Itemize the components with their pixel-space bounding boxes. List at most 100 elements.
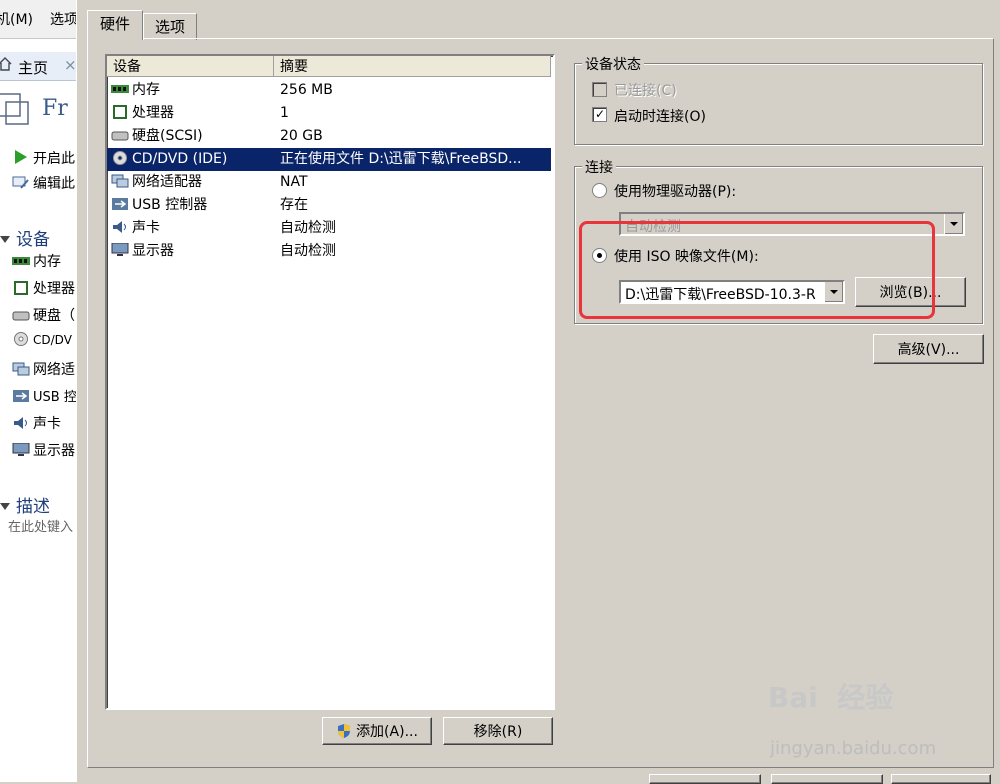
cancel-button[interactable] xyxy=(771,774,883,784)
sidebar-device-label: 网络适 xyxy=(33,362,75,378)
close-icon[interactable]: × xyxy=(64,56,76,74)
sidebar-device-label: 声卡 xyxy=(33,416,61,432)
tab-options[interactable]: 选项 xyxy=(143,13,197,40)
sidebar-device-harddisk[interactable]: 硬盘（ xyxy=(12,305,75,325)
description-section-header[interactable]: 描述 xyxy=(0,492,50,517)
connection-title: 连接 xyxy=(582,157,616,177)
advanced-button[interactable]: 高级(V)... xyxy=(873,334,984,364)
menu-bar: 机(M) 选项 xyxy=(0,0,76,39)
sidebar-device-label: 硬盘（ xyxy=(33,308,75,324)
add-button-label: 添加(A)... xyxy=(356,724,418,740)
sound-icon xyxy=(12,416,30,430)
add-button[interactable]: 添加(A)... xyxy=(322,717,432,745)
device-name: CD/DVD (IDE) xyxy=(132,151,228,167)
device-name: 硬盘(SCSI) xyxy=(132,128,203,144)
processor-icon xyxy=(12,281,30,295)
remove-button[interactable]: 移除(R) xyxy=(443,717,553,745)
column-header-summary[interactable]: 摘要 xyxy=(274,56,551,77)
display-icon xyxy=(111,242,129,256)
sidebar-device-processor[interactable]: 处理器 xyxy=(12,278,75,298)
action-edit-label: 编辑此 xyxy=(33,176,75,192)
chevron-down-icon xyxy=(950,222,958,226)
device-summary: 正在使用文件 D:\迅雷下载\FreeBSD... xyxy=(280,151,522,167)
memory-icon xyxy=(111,81,129,95)
hardware-row-display[interactable]: 显示器 自动检测 xyxy=(107,240,551,263)
sidebar-device-network[interactable]: 网络适 xyxy=(12,359,75,379)
connected-label[interactable]: 已连接(C) xyxy=(614,80,677,100)
display-icon xyxy=(12,442,30,457)
tab-home[interactable]: 主页 × xyxy=(0,52,76,81)
checkmark-icon: ✓ xyxy=(595,107,606,121)
action-edit[interactable]: 编辑此 xyxy=(12,173,75,193)
shield-icon xyxy=(336,721,352,738)
physical-drive-label[interactable]: 使用物理驱动器(P): xyxy=(614,181,736,201)
connect-at-poweron-label[interactable]: 启动时连接(O) xyxy=(614,106,706,126)
vm-settings-dialog: 硬件 选项 设备 摘要 内存 256 MB 处理器 1 硬盘(SCSI) 20 … xyxy=(76,0,1000,784)
device-name: 内存 xyxy=(132,82,160,98)
device-summary: 256 MB xyxy=(280,82,333,98)
memory-icon xyxy=(12,254,30,268)
edit-settings-icon xyxy=(12,174,30,189)
sidebar-device-label: CD/DV xyxy=(33,333,72,347)
dropdown-button[interactable] xyxy=(944,214,963,234)
sidebar-device-label: 处理器 xyxy=(33,281,75,297)
usb-icon xyxy=(111,196,129,210)
hardware-row-usb[interactable]: USB 控制器 存在 xyxy=(107,194,551,217)
sidebar-device-display[interactable]: 显示器 xyxy=(12,440,75,460)
device-summary: 存在 xyxy=(280,197,308,213)
sound-icon xyxy=(111,219,129,233)
action-power-on[interactable]: 开启此 xyxy=(12,148,75,168)
device-summary: 自动检测 xyxy=(280,243,336,259)
sidebar-device-memory[interactable]: 内存 xyxy=(12,251,61,271)
play-icon xyxy=(12,149,30,164)
action-power-on-label: 开启此 xyxy=(33,151,75,167)
ok-button[interactable] xyxy=(649,774,761,784)
hardware-row-sound[interactable]: 声卡 自动检测 xyxy=(107,217,551,240)
connect-at-poweron-checkbox[interactable]: ✓ xyxy=(592,107,607,122)
hardware-row-harddisk[interactable]: 硬盘(SCSI) 20 GB xyxy=(107,125,551,148)
network-icon xyxy=(12,362,30,376)
hardware-row-memory[interactable]: 内存 256 MB xyxy=(107,79,551,102)
description-header-label: 描述 xyxy=(16,497,50,517)
processor-icon xyxy=(111,104,129,119)
cd-icon xyxy=(111,150,129,165)
device-status-title: 设备状态 xyxy=(582,54,644,74)
baidu-watermark: Bai 经验 xyxy=(768,681,894,714)
device-name: 显示器 xyxy=(132,243,174,259)
sidebar-device-sound[interactable]: 声卡 xyxy=(12,413,61,433)
hardware-row-network[interactable]: 网络适配器 NAT xyxy=(107,171,551,194)
menu-vm[interactable]: 机(M) xyxy=(0,9,33,29)
sidebar-device-label: 显示器 xyxy=(33,443,75,459)
hardware-row-processor[interactable]: 处理器 1 xyxy=(107,102,551,125)
network-icon xyxy=(111,173,129,188)
connected-checkbox[interactable] xyxy=(592,82,607,97)
device-summary: NAT xyxy=(280,174,308,190)
description-placeholder[interactable]: 在此处键入 xyxy=(8,516,73,535)
device-name: 网络适配器 xyxy=(132,174,202,190)
cd-icon xyxy=(12,332,30,346)
column-header-device[interactable]: 设备 xyxy=(107,56,274,77)
sidebar-device-label: 内存 xyxy=(33,254,61,270)
sidebar-device-cd[interactable]: CD/DV xyxy=(12,332,72,347)
menu-options[interactable]: 选项 xyxy=(50,9,76,29)
devices-section-header[interactable]: 设备 xyxy=(0,225,50,250)
hardware-list[interactable]: 设备 摘要 内存 256 MB 处理器 1 硬盘(SCSI) 20 GB CD/… xyxy=(105,54,555,710)
sidebar-device-usb[interactable]: USB 控 xyxy=(12,386,76,405)
device-summary: 自动检测 xyxy=(280,220,336,236)
device-name: USB 控制器 xyxy=(132,197,208,213)
devices-header-label: 设备 xyxy=(16,230,50,250)
harddisk-icon xyxy=(111,127,129,141)
watermark-url: jingyan.baidu.com xyxy=(770,738,937,759)
tab-hardware[interactable]: 硬件 xyxy=(87,10,143,40)
collapse-arrow-icon xyxy=(0,503,10,510)
vm-icon xyxy=(0,90,30,126)
harddisk-icon xyxy=(12,308,30,322)
physical-drive-radio[interactable] xyxy=(592,183,607,198)
home-icon xyxy=(0,57,12,71)
help-button[interactable] xyxy=(891,774,991,784)
device-name: 处理器 xyxy=(132,105,174,121)
hardware-row-cd-dvd[interactable]: CD/DVD (IDE) 正在使用文件 D:\迅雷下载\FreeBSD... xyxy=(107,148,551,171)
device-name: 声卡 xyxy=(132,220,160,236)
device-status-group xyxy=(574,63,983,145)
device-summary: 1 xyxy=(280,105,289,121)
